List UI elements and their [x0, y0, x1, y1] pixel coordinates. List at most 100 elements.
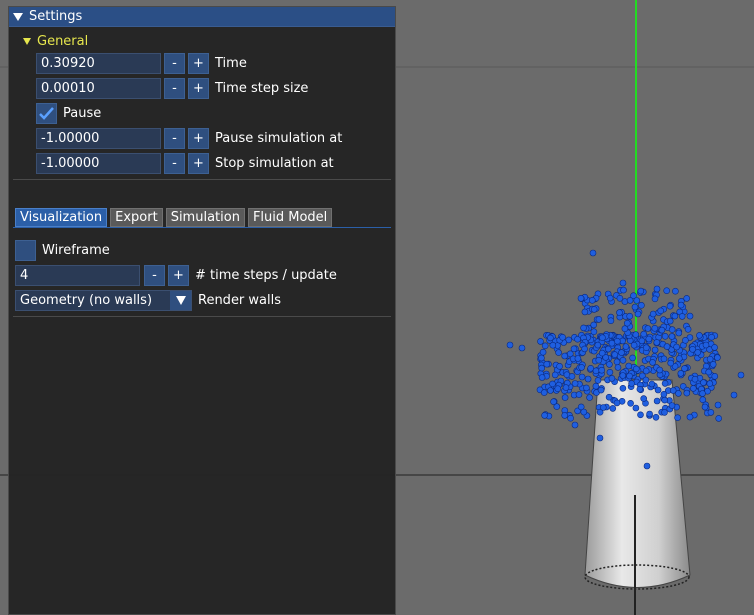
- time-row: 0.30920 - + Time: [36, 53, 247, 74]
- fluid-particle: [605, 393, 613, 401]
- fluid-particle: [561, 394, 569, 401]
- settings-tab-bar: Visualization Export Simulation Fluid Mo…: [15, 208, 335, 227]
- pause-at-input[interactable]: -1.00000: [36, 128, 161, 149]
- fluid-particle: [715, 415, 723, 422]
- fluid-particle: [640, 330, 648, 338]
- fluid-particle: [574, 355, 582, 362]
- fluid-particle: [559, 333, 566, 341]
- fluid-particle: [708, 333, 715, 341]
- fluid-particle: [539, 348, 547, 356]
- pause-at-decrement-button[interactable]: -: [164, 128, 185, 149]
- pause-row: Pause: [36, 103, 101, 124]
- fluid-particle: [550, 398, 557, 406]
- fluid-particle: [604, 345, 612, 353]
- general-section-header[interactable]: General: [23, 34, 88, 49]
- wireframe-checkbox[interactable]: [15, 240, 36, 261]
- fluid-particle: [594, 341, 602, 349]
- time-step-increment-button[interactable]: +: [188, 78, 209, 99]
- fluid-particle: [608, 339, 616, 347]
- fluid-particle: [577, 294, 585, 302]
- fluid-particle: [606, 361, 613, 368]
- tab-simulation[interactable]: Simulation: [165, 208, 245, 227]
- time-increment-button[interactable]: +: [188, 53, 209, 74]
- fluid-particle: [701, 403, 709, 411]
- steps-increment-button[interactable]: +: [168, 265, 189, 286]
- fluid-particle: [607, 317, 615, 325]
- fluid-particle: [538, 374, 546, 381]
- stop-at-decrement-button[interactable]: -: [164, 153, 185, 174]
- time-step-decrement-button[interactable]: -: [164, 78, 185, 99]
- fluid-particle: [567, 414, 574, 422]
- fluid-particle: [661, 332, 669, 340]
- fluid-particle: [592, 382, 600, 390]
- fluid-particle: [683, 295, 691, 302]
- fluid-particle: [609, 405, 617, 412]
- fluid-particle: [628, 380, 635, 387]
- fluid-particle: [616, 294, 624, 302]
- fluid-particle: [661, 396, 668, 404]
- chevron-down-icon[interactable]: [170, 291, 191, 310]
- render-walls-selected: Geometry (no walls): [20, 293, 153, 308]
- fluid-particle: [590, 321, 598, 329]
- settings-window[interactable]: Settings General 0.30920 - + Time 0.0001…: [8, 6, 396, 615]
- render-walls-dropdown[interactable]: Geometry (no walls): [15, 290, 192, 311]
- fluid-particle: [677, 301, 685, 309]
- fluid-particle: [620, 286, 627, 294]
- render-walls-row: Geometry (no walls) Render walls: [15, 290, 281, 311]
- time-step-input[interactable]: 0.00010: [36, 78, 161, 99]
- fluid-particle: [555, 349, 562, 356]
- fluid-particle: [691, 375, 699, 383]
- fluid-particle: [570, 345, 578, 353]
- stop-at-increment-button[interactable]: +: [188, 153, 209, 174]
- fluid-particle: [672, 287, 679, 295]
- pause-checkbox[interactable]: [36, 103, 57, 124]
- fluid-particle: [595, 356, 603, 364]
- fluid-particle: [623, 319, 631, 327]
- fluid-particle: [584, 375, 592, 383]
- fluid-particle: [561, 412, 569, 419]
- fluid-particle: [621, 325, 629, 333]
- fluid-particle: [606, 368, 614, 376]
- fluid-particle: [668, 326, 676, 333]
- fluid-particle: [666, 302, 674, 310]
- stop-at-input[interactable]: -1.00000: [36, 153, 161, 174]
- fluid-particle: [668, 333, 676, 340]
- fluid-particle: [613, 337, 621, 345]
- fluid-particle: [547, 334, 554, 342]
- fluid-particle: [706, 355, 714, 363]
- tab-fluid-model[interactable]: Fluid Model: [247, 208, 333, 227]
- collapse-triangle-icon[interactable]: [13, 12, 23, 21]
- fluid-particle: [705, 368, 713, 376]
- fluid-particle: [675, 390, 682, 397]
- tab-visualization[interactable]: Visualization: [15, 208, 108, 227]
- tab-export[interactable]: Export: [110, 208, 163, 227]
- fluid-particle: [592, 367, 600, 375]
- steps-per-update-input[interactable]: 4: [15, 265, 140, 286]
- fluid-particle: [622, 343, 630, 350]
- pause-at-increment-button[interactable]: +: [188, 128, 209, 149]
- time-decrement-button[interactable]: -: [164, 53, 185, 74]
- time-input[interactable]: 0.30920: [36, 53, 161, 74]
- fluid-particle: [674, 414, 681, 422]
- fluid-particle: [619, 279, 627, 287]
- steps-decrement-button[interactable]: -: [144, 265, 165, 286]
- fluid-particle: [711, 372, 719, 380]
- fluid-particle: [586, 394, 593, 401]
- fluid-particle: [653, 339, 661, 346]
- fluid-particle: [637, 411, 644, 419]
- fluid-particle: [652, 413, 660, 421]
- fluid-particle: [543, 360, 551, 368]
- fluid-particle: [589, 249, 597, 257]
- fluid-particle: [537, 338, 544, 345]
- fluid-particle: [642, 376, 650, 384]
- fluid-particle: [598, 349, 606, 357]
- stop-at-row: -1.00000 - + Stop simulation at: [36, 153, 334, 174]
- window-title-bar[interactable]: Settings: [9, 7, 395, 27]
- fluid-particle: [580, 408, 588, 416]
- fluid-particle: [634, 310, 642, 318]
- fluid-particle: [618, 349, 625, 356]
- fluid-particle: [689, 385, 697, 392]
- fluid-particle: [581, 345, 588, 353]
- fluid-particle: [663, 287, 671, 295]
- fluid-particle: [663, 343, 671, 350]
